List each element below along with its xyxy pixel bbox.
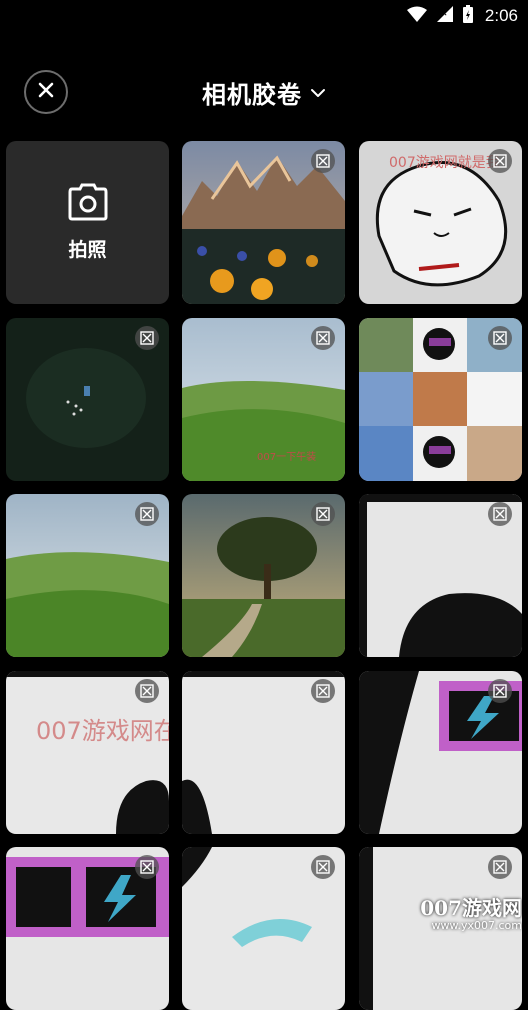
photo-thumbnail[interactable]	[182, 847, 345, 1010]
photo-thumbnail[interactable]: 007游戏网在此	[6, 671, 169, 834]
signal-icon	[436, 6, 453, 26]
photo-overlay-text: 007游戏网在此	[36, 717, 169, 745]
album-title: 相机胶卷	[202, 80, 302, 109]
camera-icon	[68, 183, 108, 225]
expand-icon[interactable]	[311, 326, 335, 350]
photo-overlay-text: 007一下午装	[257, 450, 316, 463]
expand-icon[interactable]	[488, 326, 512, 350]
status-bar: 2:06	[0, 0, 528, 30]
expand-icon[interactable]	[488, 502, 512, 526]
photo-thumbnail[interactable]: 007一下午装	[182, 318, 345, 481]
battery-icon	[462, 5, 473, 27]
expand-icon[interactable]	[311, 502, 335, 526]
expand-icon[interactable]	[135, 679, 159, 703]
expand-icon[interactable]	[488, 679, 512, 703]
watermark-sub: www.yx007.com	[431, 919, 522, 932]
photo-thumbnail[interactable]	[182, 494, 345, 657]
chevron-down-icon	[310, 83, 326, 102]
photo-thumbnail[interactable]: 007游戏网就是我	[359, 141, 522, 304]
expand-icon[interactable]	[311, 855, 335, 879]
expand-icon[interactable]	[135, 326, 159, 350]
album-selector[interactable]: 相机胶卷	[0, 74, 528, 110]
expand-icon[interactable]	[311, 679, 335, 703]
take-photo-tile[interactable]: 拍照	[6, 141, 169, 304]
photo-thumbnail[interactable]	[6, 847, 169, 1010]
expand-icon[interactable]	[488, 149, 512, 173]
status-time: 2:06	[484, 6, 518, 25]
expand-icon[interactable]	[488, 855, 512, 879]
watermark-main: 007游戏网	[420, 896, 522, 920]
photo-thumbnail[interactable]	[182, 141, 345, 304]
take-photo-label: 拍照	[68, 239, 107, 261]
expand-icon[interactable]	[311, 149, 335, 173]
site-watermark: 007游戏网 www.yx007.com	[420, 892, 522, 932]
photo-thumbnail[interactable]	[182, 671, 345, 834]
photo-thumbnail[interactable]	[359, 318, 522, 481]
expand-icon[interactable]	[135, 855, 159, 879]
photo-thumbnail[interactable]	[359, 671, 522, 834]
photo-thumbnail[interactable]	[6, 494, 169, 657]
photo-overlay-text: 007游戏网就是我	[389, 155, 500, 171]
photo-thumbnail[interactable]	[359, 494, 522, 657]
expand-icon[interactable]	[135, 502, 159, 526]
wifi-icon	[406, 6, 427, 26]
photo-thumbnail[interactable]	[6, 318, 169, 481]
top-bar: 相机胶卷	[0, 62, 528, 124]
